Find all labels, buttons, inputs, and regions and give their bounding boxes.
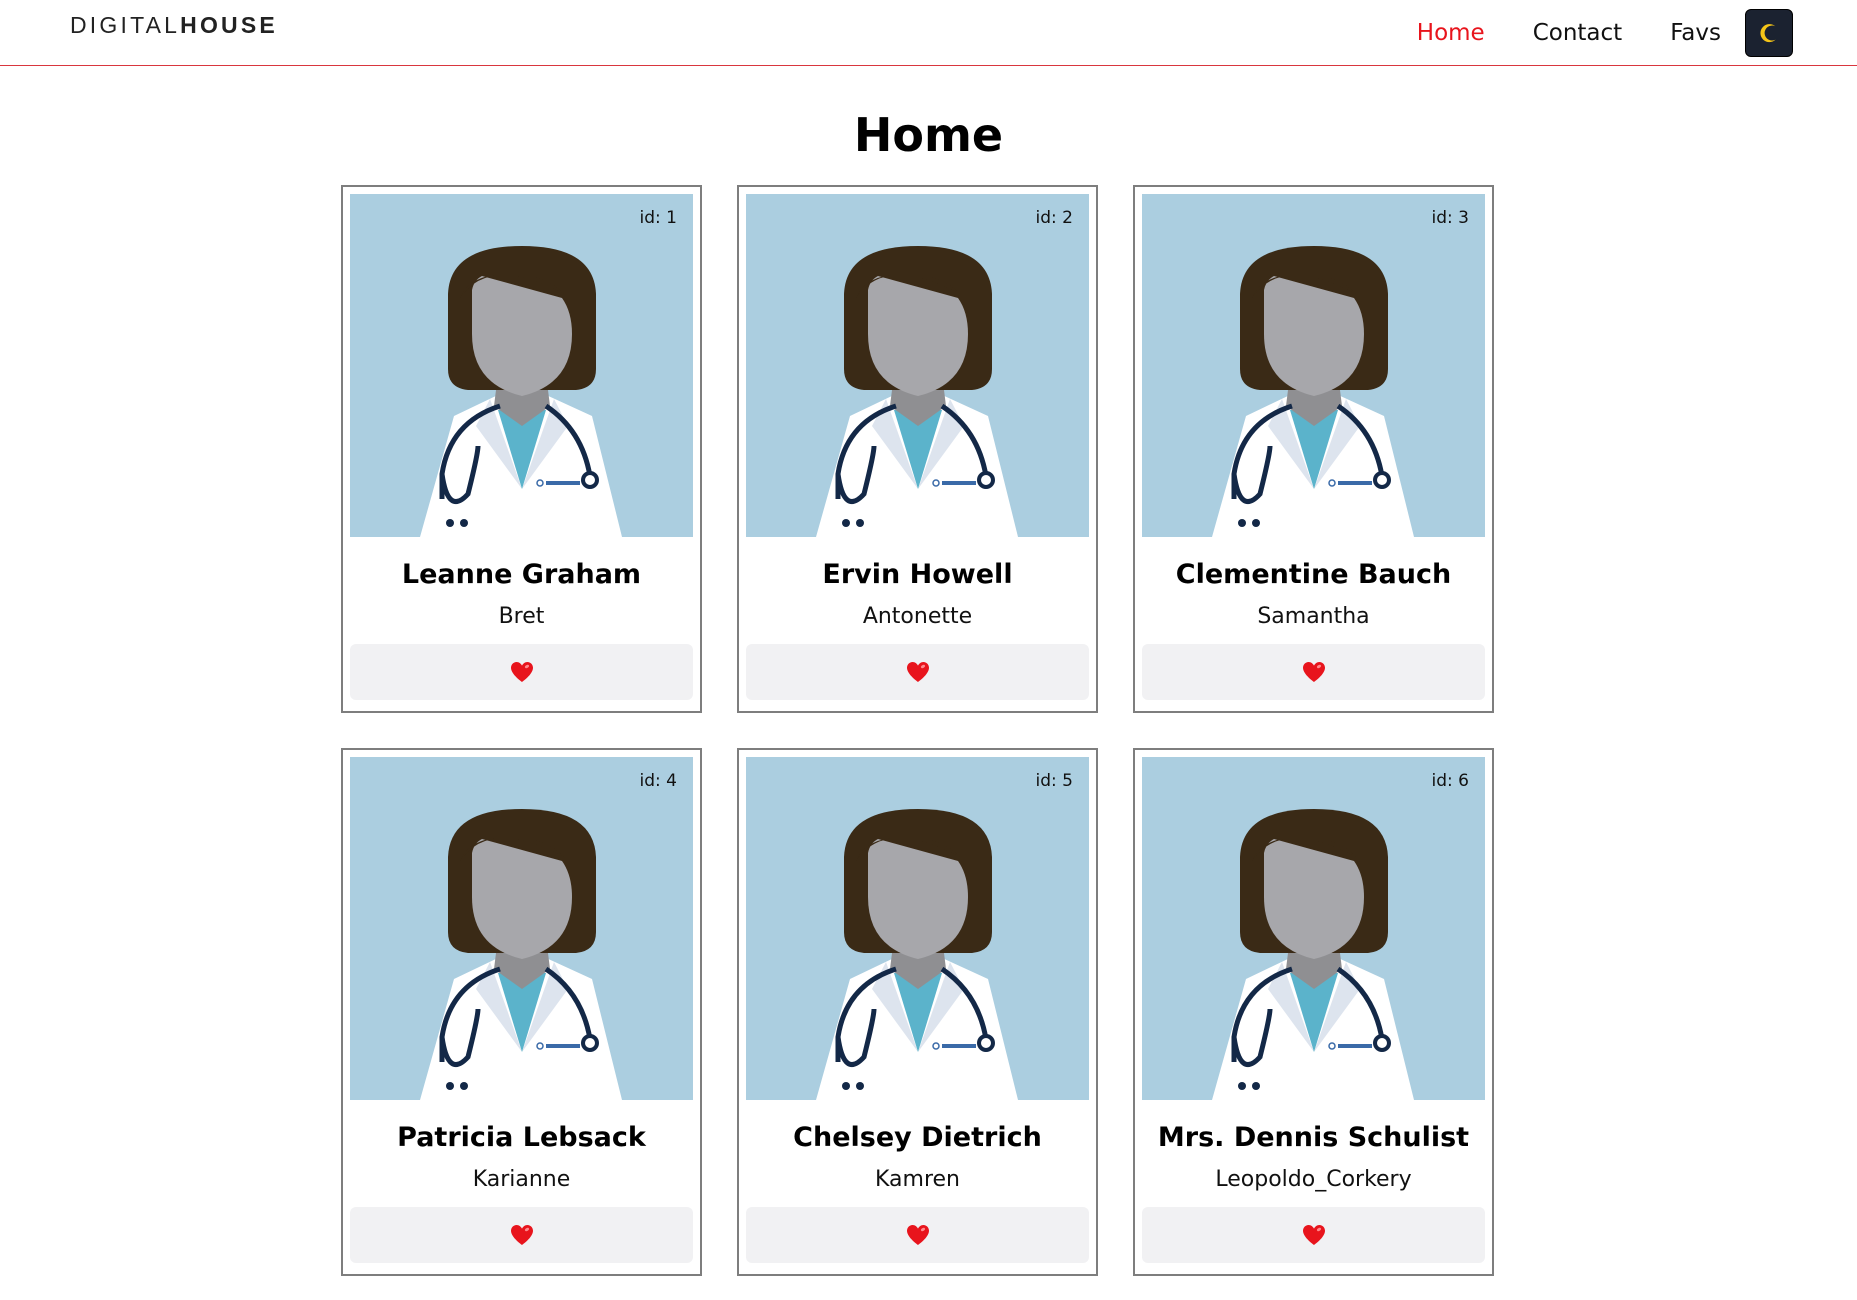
dentist-id-label: id: 5 xyxy=(1035,771,1073,791)
nav-link-home[interactable]: Home xyxy=(1417,20,1485,46)
dentist-name: Patricia Lebsack xyxy=(397,1122,646,1153)
dentist-avatar-image: id: 2 xyxy=(746,194,1089,537)
dentist-id-label: id: 6 xyxy=(1431,771,1469,791)
heart-icon xyxy=(510,662,533,682)
dentist-name: Clementine Bauch xyxy=(1175,559,1452,590)
heart-icon xyxy=(906,1225,929,1245)
favorite-button[interactable] xyxy=(746,644,1089,700)
dentist-avatar-image: id: 5 xyxy=(746,757,1089,1100)
doctor-avatar-illustration xyxy=(746,757,1089,1100)
dentist-card[interactable]: id: 5 Chelsey Dietrich Kamren xyxy=(737,748,1098,1276)
moon-icon xyxy=(1760,23,1776,42)
heart-icon xyxy=(510,1225,533,1245)
dentist-username: Leopoldo_Corkery xyxy=(1215,1167,1412,1192)
doctor-avatar-illustration xyxy=(1142,194,1485,537)
dentist-username: Karianne xyxy=(472,1167,571,1192)
favorite-button[interactable] xyxy=(1142,1207,1485,1263)
nav-links: Home Contact Favs xyxy=(1369,8,1793,57)
favorite-button[interactable] xyxy=(350,644,693,700)
dentist-card[interactable]: id: 6 Mrs. Dennis Schulist Leopoldo_Cork… xyxy=(1133,748,1494,1276)
logo-text-thin: DIGITAL xyxy=(70,12,181,38)
dentist-name: Leanne Graham xyxy=(401,559,642,590)
favorite-button[interactable] xyxy=(350,1207,693,1263)
page-title: Home xyxy=(853,108,1004,162)
dentist-username: Antonette xyxy=(862,604,973,629)
doctor-avatar-illustration xyxy=(350,194,693,537)
dentist-id-label: id: 4 xyxy=(639,771,677,791)
nav-link-favs[interactable]: Favs xyxy=(1670,20,1721,46)
dentist-id-label: id: 2 xyxy=(1035,208,1073,228)
doctor-avatar-illustration xyxy=(1142,757,1485,1100)
dentist-id-label: id: 1 xyxy=(639,208,677,228)
logo-text-bold: HOUSE xyxy=(180,12,278,38)
dentist-name: Ervin Howell xyxy=(822,559,1013,590)
logo[interactable]: DIGITALHOUSE xyxy=(70,12,278,39)
heart-icon xyxy=(1302,662,1325,682)
dentist-username: Kamren xyxy=(875,1167,960,1192)
heart-icon xyxy=(906,662,929,682)
dentist-card[interactable]: id: 3 Clementine Bauch Samantha xyxy=(1133,185,1494,713)
navbar: DIGITALHOUSE Home Contact Favs xyxy=(0,0,1857,66)
favorite-button[interactable] xyxy=(746,1207,1089,1263)
theme-toggle-button[interactable] xyxy=(1745,8,1793,57)
heart-icon xyxy=(1302,1225,1325,1245)
dentist-avatar-image: id: 4 xyxy=(350,757,693,1100)
dentist-id-label: id: 3 xyxy=(1431,208,1469,228)
dentist-username: Samantha xyxy=(1257,604,1370,629)
dentist-card[interactable]: id: 4 Patricia Lebsack Karianne xyxy=(341,748,702,1276)
nav-link-contact[interactable]: Contact xyxy=(1533,20,1622,46)
dentist-avatar-image: id: 3 xyxy=(1142,194,1485,537)
dentist-username: Bret xyxy=(498,604,545,629)
dentist-name: Chelsey Dietrich xyxy=(793,1122,1042,1153)
dentist-avatar-image: id: 1 xyxy=(350,194,693,537)
dentist-card[interactable]: id: 1 Leanne Graham Bret xyxy=(341,185,702,713)
dentist-name: Mrs. Dennis Schulist xyxy=(1157,1122,1470,1153)
dentist-card-grid: id: 1 Leanne Graham Bret id: 2 Ervin How… xyxy=(341,185,1494,1276)
dentist-card[interactable]: id: 2 Ervin Howell Antonette xyxy=(737,185,1098,713)
doctor-avatar-illustration xyxy=(350,757,693,1100)
favorite-button[interactable] xyxy=(1142,644,1485,700)
dentist-avatar-image: id: 6 xyxy=(1142,757,1485,1100)
doctor-avatar-illustration xyxy=(746,194,1089,537)
